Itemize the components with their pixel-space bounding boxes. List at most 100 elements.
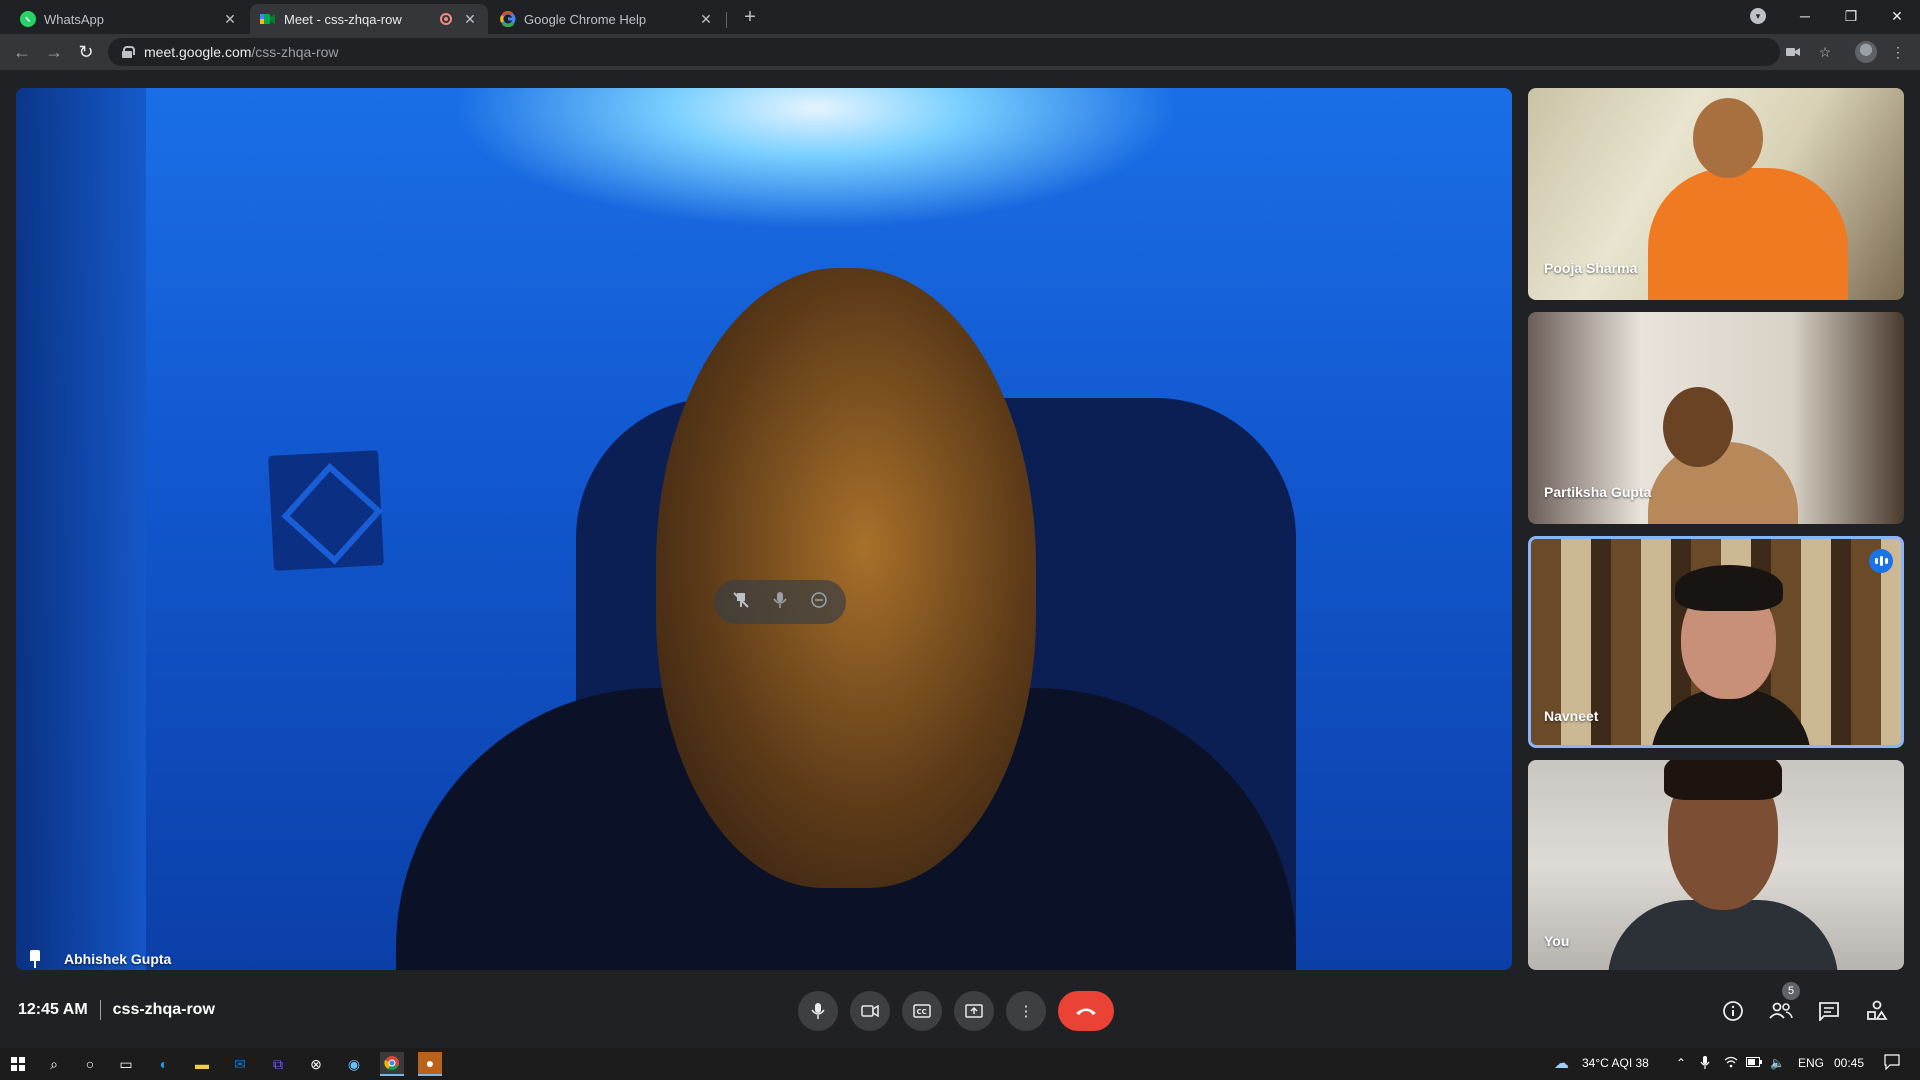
google-meet-icon	[260, 11, 276, 27]
show-hidden-icons[interactable]: ⌃	[1676, 1056, 1686, 1070]
edge-browser-icon[interactable]: ◐	[152, 1052, 176, 1076]
wifi-icon[interactable]	[1724, 1056, 1738, 1071]
participant-face	[1675, 565, 1783, 699]
search-icon[interactable]: ⌕	[42, 1052, 66, 1076]
battery-icon[interactable]	[1746, 1056, 1762, 1070]
present-screen-icon	[965, 1004, 983, 1018]
new-tab-button[interactable]: +	[738, 6, 762, 30]
tab-whatsapp[interactable]: WhatsApp ✕	[10, 4, 248, 34]
people-icon	[1769, 1002, 1793, 1019]
participant-name: Partiksha Gupta	[1544, 484, 1652, 500]
windows-start-icon[interactable]	[6, 1052, 30, 1076]
mail-icon[interactable]: ✉	[228, 1052, 252, 1076]
close-window-icon[interactable]: ✕	[1874, 0, 1920, 32]
minimize-icon[interactable]: ─	[1782, 0, 1828, 32]
captions-button[interactable]: CC	[902, 991, 942, 1031]
cortana-icon[interactable]: ○	[78, 1052, 102, 1076]
tab-close-icon[interactable]: ✕	[222, 11, 238, 28]
remove-participant-icon[interactable]	[807, 591, 831, 614]
end-call-icon	[1076, 1008, 1096, 1015]
chat-button[interactable]	[1816, 998, 1842, 1024]
mute-mic-icon[interactable]	[768, 591, 792, 614]
leave-call-button[interactable]	[1058, 991, 1114, 1031]
task-view-icon[interactable]: ▭	[114, 1052, 138, 1076]
background-curtain	[16, 88, 146, 970]
meeting-control-bar: 12:45 AM css-zhqa-row CC ⋮ 5	[0, 978, 1920, 1048]
participant-tile[interactable]: Pooja Sharma	[1528, 88, 1904, 300]
reload-icon[interactable]: ↻	[74, 40, 98, 64]
tab-search-icon[interactable]: ▾	[1750, 8, 1766, 24]
volume-icon[interactable]: 🔈	[1770, 1056, 1785, 1070]
participant-tile[interactable]: Partiksha Gupta	[1528, 312, 1904, 524]
visual-studio-icon[interactable]: ⧉	[266, 1052, 290, 1076]
restore-icon[interactable]: ❐	[1828, 0, 1874, 32]
unpin-icon[interactable]	[729, 591, 753, 614]
participant-body	[1648, 168, 1848, 300]
microphone-tray-icon[interactable]	[1700, 1056, 1710, 1073]
browser-toolbar: ← → ↻ meet.google.com/css-zhqa-row ☆ ⋮	[0, 34, 1920, 70]
pinned-icon	[28, 950, 42, 968]
tab-divider	[726, 12, 727, 28]
file-explorer-icon[interactable]: ▬	[190, 1052, 214, 1076]
tab-title: WhatsApp	[44, 11, 104, 27]
microphone-button[interactable]	[798, 991, 838, 1031]
taskbar-clock[interactable]: 00:45	[1834, 1056, 1864, 1070]
camera-in-use-icon[interactable]	[1783, 42, 1803, 62]
activities-icon	[1867, 1000, 1888, 1020]
chrome-taskbar-icon[interactable]	[380, 1052, 404, 1076]
chrome-menu-icon[interactable]: ⋮	[1888, 42, 1908, 62]
profile-avatar[interactable]	[1855, 41, 1877, 63]
chat-icon	[1819, 1002, 1839, 1021]
weather-text[interactable]: 34°C AQI 38	[1582, 1056, 1649, 1070]
tab-close-icon[interactable]: ✕	[698, 11, 714, 28]
tab-meet[interactable]: Meet - css-zhqa-row ✕	[250, 4, 488, 34]
info-icon	[1723, 1001, 1743, 1021]
svg-text:CC: CC	[917, 1008, 927, 1016]
whatsapp-icon	[20, 11, 36, 27]
divider	[99, 1000, 101, 1020]
participant-name: Pooja Sharma	[1544, 260, 1638, 276]
participant-tile-active-speaker[interactable]: Navneet	[1528, 536, 1904, 748]
input-language[interactable]: ENG	[1798, 1056, 1824, 1070]
more-options-button[interactable]: ⋮	[1006, 991, 1046, 1031]
tile-hover-controls	[714, 580, 846, 624]
weather-icon[interactable]: ☁	[1554, 1054, 1569, 1072]
main-video-tile[interactable]: Abhishek Gupta	[16, 88, 1512, 970]
tab-title: Google Chrome Help	[524, 11, 647, 27]
camera-icon	[861, 1005, 879, 1017]
captions-icon: CC	[913, 1004, 931, 1018]
self-view-tile[interactable]: You	[1528, 760, 1904, 970]
participant-name: Abhishek Gupta	[64, 951, 172, 967]
participant-body	[1608, 900, 1838, 970]
bookmark-star-icon[interactable]: ☆	[1815, 42, 1835, 62]
meet-stage: Abhishek Gupta Pooja Sharma Partiksha Gu…	[0, 70, 1920, 1048]
more-vert-icon: ⋮	[1018, 1003, 1034, 1020]
tab-chrome-help[interactable]: Google Chrome Help ✕	[490, 4, 724, 34]
url-path: /css-zhqa-row	[251, 44, 339, 60]
participant-face	[1664, 760, 1782, 910]
meeting-time: 12:45 AM	[18, 1001, 88, 1018]
meeting-details-info-button[interactable]	[1720, 998, 1746, 1024]
background-wall-frame	[268, 450, 384, 571]
participant-face	[1663, 387, 1733, 467]
participants-button[interactable]	[1768, 998, 1794, 1024]
lock-icon[interactable]	[122, 46, 135, 58]
back-icon[interactable]: ←	[10, 40, 34, 64]
participant-name: Navneet	[1544, 708, 1599, 724]
participant-name: You	[1544, 933, 1570, 949]
tab-title: Meet - css-zhqa-row	[284, 11, 402, 27]
screen-recorder-icon[interactable]: ●	[418, 1052, 442, 1076]
forward-icon[interactable]: →	[42, 40, 66, 64]
camera-button[interactable]	[850, 991, 890, 1031]
present-screen-button[interactable]	[954, 991, 994, 1031]
recording-icon	[440, 13, 452, 25]
address-bar[interactable]: meet.google.com/css-zhqa-row	[108, 38, 1780, 66]
action-center-icon[interactable]	[1884, 1054, 1900, 1074]
xbox-icon[interactable]: ⊗	[304, 1052, 328, 1076]
google-icon	[500, 11, 516, 27]
windows-taskbar: ⌕ ○ ▭ ◐ ▬ ✉ ⧉ ⊗ ◉ ● ☁ 34°C AQI 38 ⌃ 🔈 EN…	[0, 1048, 1920, 1080]
activities-button[interactable]	[1864, 998, 1890, 1024]
steam-icon[interactable]: ◉	[342, 1052, 366, 1076]
participant-face	[656, 268, 1036, 888]
tab-close-icon[interactable]: ✕	[462, 11, 478, 28]
